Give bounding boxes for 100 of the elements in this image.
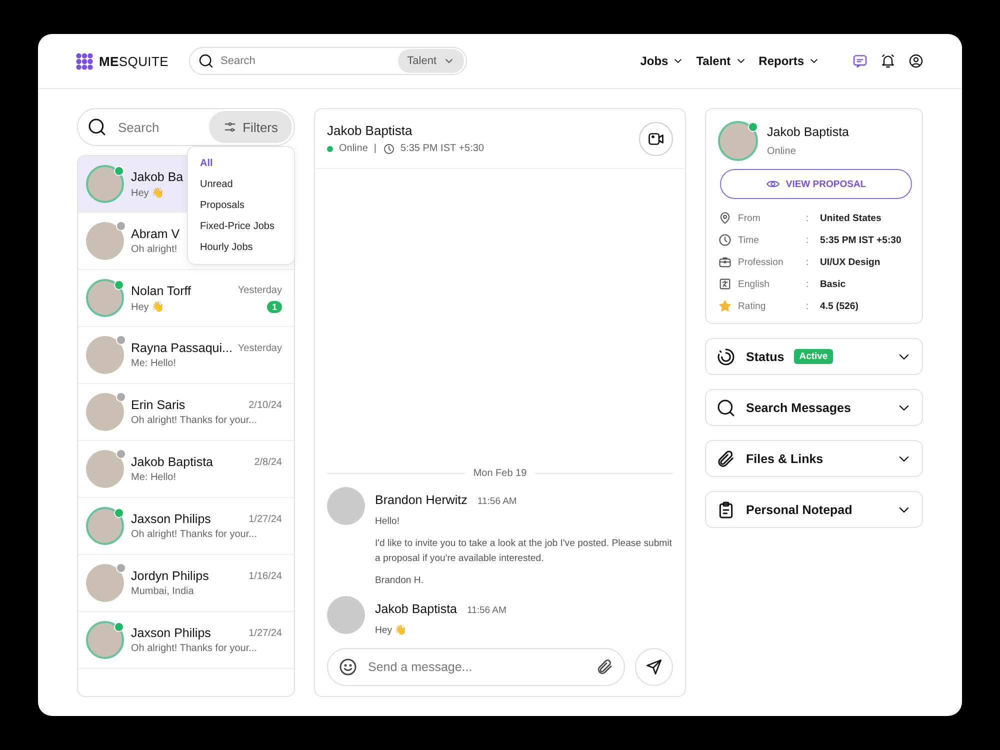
bell-icon[interactable] <box>880 53 896 69</box>
status-text: Online <box>339 143 368 154</box>
presence-dot <box>116 392 126 402</box>
detail-value: 4.5 (526) <box>820 300 860 312</box>
presence-dot <box>114 280 124 290</box>
accordion-header[interactable]: Status Active <box>705 338 923 375</box>
search-field[interactable]: Search Talent <box>188 47 467 75</box>
presence-dot <box>114 166 124 176</box>
conversation-item[interactable]: Rayna Passaqui... Yesterday Me: Hello! <box>78 327 294 384</box>
avatar <box>327 596 365 634</box>
logo-icon <box>76 52 93 70</box>
chat-icon[interactable] <box>852 53 868 69</box>
send-icon <box>645 658 663 676</box>
message-preview: Oh alright! Thanks for your... <box>131 415 257 426</box>
message-time: 1/27/24 <box>248 628 282 638</box>
send-button[interactable] <box>635 648 673 686</box>
accordion-header[interactable]: Search Messages <box>705 389 923 426</box>
message-time: 1/16/24 <box>248 570 282 582</box>
filter-option[interactable]: All <box>188 153 294 174</box>
filters-button[interactable]: Filters <box>208 111 292 143</box>
local-time: 5:35 PM IST +5:30 <box>400 143 484 154</box>
unread-badge: 1 <box>266 300 282 312</box>
contact-name: Jakob Baptista <box>131 455 213 469</box>
contact-name: Jakob Ba <box>131 170 184 184</box>
detail-value: Basic <box>820 278 847 290</box>
message-time: Yesterday <box>238 342 282 354</box>
chat-contact-name: Jakob Baptista <box>327 122 414 138</box>
paperclip-icon <box>716 448 736 468</box>
logo-text: MESQUITE <box>99 54 169 68</box>
user-icon[interactable] <box>908 53 924 69</box>
detail-separator: : <box>806 212 810 224</box>
presence-dot <box>114 508 124 518</box>
profile-status: Online <box>767 146 797 157</box>
message-time: Yesterday <box>238 285 282 296</box>
video-call-button[interactable] <box>639 122 673 156</box>
message-time: 11:56 AM <box>477 496 517 507</box>
message-time: 2/10/24 <box>248 400 282 410</box>
presence-dot <box>116 335 126 345</box>
conversation-item[interactable]: Jaxson Philips 1/27/24 Oh alright! Thanks for your... <box>78 612 294 669</box>
status-badge: Active <box>794 349 833 364</box>
detail-value: 5:35 PM IST +5:30 <box>820 234 902 246</box>
nav-menu[interactable]: Reports <box>758 54 820 68</box>
search-icon <box>716 398 736 418</box>
message-text: Hey 👋 <box>375 624 408 638</box>
smiley-icon <box>338 657 358 677</box>
search-field[interactable]: Search Filters <box>77 108 295 146</box>
message-preview: Hey 👋 <box>131 186 164 198</box>
nav-menu[interactable]: Jobs <box>640 54 684 68</box>
presence-dot <box>114 622 124 632</box>
sender-name: Jakob Baptista <box>375 602 457 616</box>
conversation-item[interactable]: Jakob Baptista 2/8/24 Me: Hello! <box>78 441 294 498</box>
filter-option[interactable]: Unread <box>188 174 294 195</box>
conversation-item[interactable]: Jordyn Philips 1/16/24 Mumbai, India <box>78 555 294 612</box>
filter-option[interactable]: Proposals <box>188 195 294 216</box>
star-icon <box>718 299 732 313</box>
message-text: Hello! <box>375 515 401 529</box>
view-proposal-button[interactable]: VIEW PROPOSAL <box>720 169 912 199</box>
contact-name: Rayna Passaqui... <box>131 341 232 355</box>
clock-icon <box>382 142 395 154</box>
nav-menu[interactable]: Talent <box>696 54 747 68</box>
briefcase-icon <box>718 255 732 269</box>
accordion-header[interactable]: Personal Notepad <box>705 491 923 528</box>
conversation-item[interactable]: Erin Saris 2/10/24 Oh alright! Thanks for your... <box>78 384 294 441</box>
paperclip-icon <box>596 658 614 676</box>
contact-name: Jordyn Philips <box>131 569 209 583</box>
separator: | <box>374 143 377 154</box>
contact-name: Nolan Torff <box>131 284 191 298</box>
filter-option[interactable]: Hourly Jobs <box>188 237 294 258</box>
sliders-icon <box>222 120 237 134</box>
message-preview: Oh alright! Thanks for your... <box>131 529 257 540</box>
status-icon <box>716 346 736 366</box>
search-icon <box>198 53 214 69</box>
sender-name: Brandon Herwitz <box>375 493 468 507</box>
detail-label: Rating <box>738 300 767 312</box>
message-preview: Mumbai, India <box>131 586 194 597</box>
conversation-item[interactable]: Jaxson Philips 1/27/24 Oh alright! Thanks for your... <box>78 498 294 555</box>
detail-label: Time <box>738 234 760 246</box>
accordion-header[interactable]: Files & Links <box>705 440 923 477</box>
conversation-item[interactable]: Nolan Torff Yesterday Hey 👋 1 <box>78 270 294 327</box>
detail-label: English <box>738 278 770 290</box>
message-field[interactable]: Send a message... <box>327 648 625 686</box>
message-preview: Me: Hello! <box>131 358 176 369</box>
message-text: Brandon H. <box>375 574 425 588</box>
contact-name: Erin Saris <box>131 398 186 412</box>
contact-name: Abram V <box>131 227 180 241</box>
message-input[interactable]: Send a message... <box>366 659 588 675</box>
detail-separator: : <box>806 300 810 312</box>
message-time: 1/27/24 <box>248 514 282 524</box>
presence-dot <box>748 122 758 132</box>
filter-option[interactable]: Fixed-Price Jobs <box>188 216 294 237</box>
pin-icon <box>718 211 732 225</box>
message-preview: Hey 👋 <box>131 300 164 312</box>
message-preview: Me: Hello! <box>131 472 176 483</box>
scope-dropdown[interactable]: Talent <box>398 49 464 73</box>
profile-name: Jakob Baptista <box>767 125 849 139</box>
message-preview: Oh alright! Thanks for your... <box>131 643 257 654</box>
message-time: 2/8/24 <box>254 456 282 468</box>
language-icon <box>718 277 732 291</box>
clock-icon <box>718 233 732 247</box>
message-preview: Oh alright! <box>131 244 178 255</box>
